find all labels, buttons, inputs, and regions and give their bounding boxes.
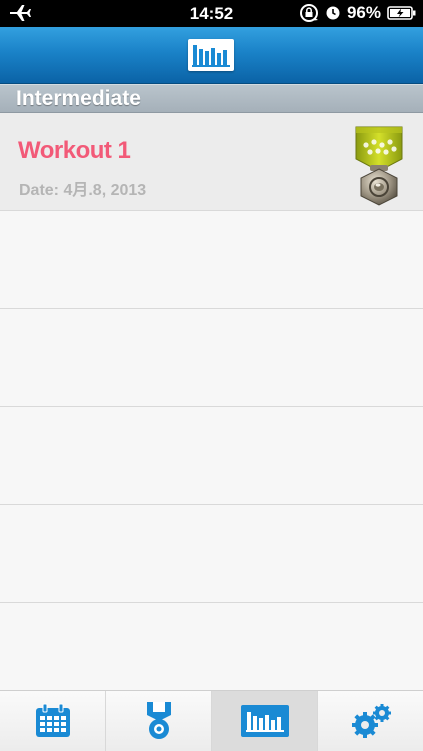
workout-row[interactable]: Workout 1 Date: 4月.8, 2013: [0, 113, 423, 211]
tab-settings[interactable]: [318, 691, 423, 751]
alarm-icon: [326, 6, 340, 20]
list-item: [0, 211, 423, 309]
bar-chart-icon: [240, 705, 289, 737]
tab-calendar[interactable]: [0, 691, 106, 751]
calendar-icon: [35, 703, 70, 737]
workout-list: Workout 1 Date: 4月.8, 2013: [0, 113, 423, 701]
gears-icon: [351, 704, 391, 738]
section-header: Intermediate: [0, 84, 423, 113]
list-item: [0, 309, 423, 407]
list-item: [0, 603, 423, 701]
medal-icon: [355, 126, 403, 206]
tab-medals[interactable]: [106, 691, 212, 751]
battery-percent: 96%: [346, 3, 381, 22]
list-item: [0, 407, 423, 505]
bar-chart-icon: [188, 39, 234, 71]
rotation-lock-icon: [299, 4, 318, 22]
workout-title: Workout 1: [18, 137, 131, 164]
list-item: [0, 505, 423, 603]
tab-stats[interactable]: [212, 691, 318, 751]
status-bar: 14:52 96%: [0, 0, 423, 27]
medal-icon: [146, 702, 171, 739]
status-right-group: 96%: [299, 3, 417, 23]
navigation-bar: [0, 27, 423, 84]
battery-charging-icon: [387, 6, 416, 20]
workout-date: Date: 4月.8, 2013: [19, 182, 147, 199]
tab-bar: [0, 690, 423, 751]
